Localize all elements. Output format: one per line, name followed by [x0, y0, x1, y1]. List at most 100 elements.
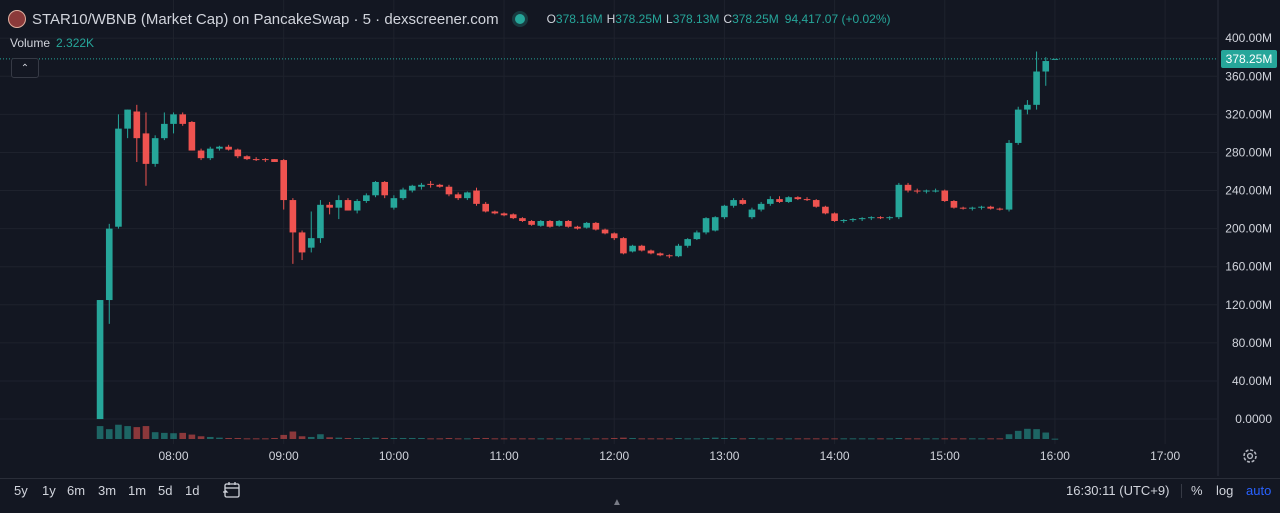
volume-bar — [711, 437, 719, 439]
candle-body — [1033, 71, 1040, 105]
volume-bar — [262, 438, 269, 440]
candle — [959, 206, 967, 210]
candle-body — [721, 205, 728, 218]
volume-bar — [610, 437, 618, 439]
volume-bar — [252, 438, 260, 440]
candle-body — [445, 186, 453, 195]
candle — [610, 232, 618, 241]
candle-body — [170, 114, 177, 124]
volume-bar — [436, 438, 444, 440]
candle-body — [482, 203, 489, 212]
candle — [482, 201, 489, 213]
volume-bar — [601, 438, 609, 440]
log-toggle[interactable]: log — [1216, 483, 1233, 498]
candle — [849, 218, 857, 222]
timeframe-6m[interactable]: 6m — [67, 483, 85, 498]
candle — [702, 217, 710, 235]
candle — [105, 223, 113, 324]
candle-body — [895, 184, 903, 218]
candle-body — [904, 184, 912, 191]
date-range-icon[interactable] — [222, 481, 242, 499]
collapse-legend-button[interactable]: ⌃ — [11, 58, 39, 78]
candle — [638, 244, 646, 252]
ohlc-close-value: 378.25M — [732, 12, 779, 26]
candle — [748, 207, 756, 220]
candle-body — [500, 213, 508, 216]
timeframe-1d[interactable]: 1d — [185, 483, 199, 498]
candle-body — [785, 197, 792, 202]
volume-bar — [225, 437, 232, 439]
volume-bar — [987, 438, 994, 440]
candle-body — [491, 211, 499, 214]
volume-bar — [702, 437, 710, 439]
candle-body — [105, 228, 113, 301]
volume-bar — [757, 438, 765, 440]
y-tick-label: 120.00M — [1225, 298, 1272, 312]
candle — [280, 159, 288, 210]
candle-body — [289, 200, 297, 233]
volume-bar — [1042, 432, 1050, 439]
volume-bar — [307, 436, 315, 439]
candle-body — [372, 181, 379, 196]
candle-body — [197, 150, 205, 159]
candle — [188, 121, 196, 151]
y-tick-label: 200.00M — [1225, 222, 1272, 236]
candle — [950, 200, 958, 209]
candle — [390, 195, 398, 210]
candle-body — [583, 222, 590, 228]
percent-toggle[interactable]: % — [1191, 483, 1203, 498]
candle — [170, 112, 177, 134]
candle-body — [179, 114, 187, 124]
candle — [408, 184, 416, 193]
volume-bar — [482, 437, 489, 439]
candle — [234, 148, 242, 159]
candle-body — [206, 148, 214, 159]
timeframe-5y[interactable]: 5y — [14, 483, 28, 498]
y-tick-label: 280.00M — [1225, 145, 1272, 159]
volume-bar — [895, 437, 903, 439]
volume-bar — [1051, 438, 1059, 440]
candle — [326, 201, 333, 215]
avatar — [8, 10, 26, 28]
candle-body — [161, 123, 168, 139]
volume-bar — [620, 437, 627, 439]
gear-icon[interactable] — [1241, 447, 1259, 465]
candle — [454, 192, 462, 201]
chart-area[interactable]: 400.00M 360.00M 320.00M 280.00M 240.00M 200.0… — [0, 0, 1280, 513]
timeframe-1m[interactable]: 1m — [128, 483, 146, 498]
candle-body — [317, 204, 324, 239]
volume-bar — [124, 426, 131, 439]
candle-body — [363, 195, 370, 202]
volume-bar — [197, 436, 205, 439]
auto-toggle[interactable]: auto — [1246, 483, 1271, 498]
candle — [1024, 100, 1031, 115]
volume-bar — [418, 437, 425, 439]
candle — [886, 216, 893, 221]
ohlc-high-key: H — [606, 12, 616, 26]
candle-body — [996, 208, 1004, 210]
candle — [344, 198, 352, 211]
candle-body — [243, 156, 251, 160]
x-axis: 08:00 09:00 10:00 11:00 12:00 13:00 14:00 15:00… — [159, 449, 1181, 463]
volume-bar — [326, 437, 333, 439]
volume-bar — [656, 438, 664, 440]
y-tick-label: 40.00M — [1232, 374, 1272, 388]
timeframe-5d[interactable]: 5d — [158, 483, 172, 498]
timeframe-3m[interactable]: 3m — [98, 483, 116, 498]
candle-body — [620, 238, 627, 254]
volume-layer — [96, 424, 1059, 440]
timeframe-1y[interactable]: 1y — [42, 483, 56, 498]
volume-bar — [794, 438, 802, 440]
candle-body — [693, 232, 701, 240]
volume-bar — [473, 437, 480, 439]
volume-bar — [381, 437, 389, 439]
candle — [666, 254, 673, 259]
scroll-up-icon[interactable]: ▲ — [612, 497, 622, 508]
candle-body — [812, 200, 820, 207]
volume-bar — [105, 429, 113, 439]
volume-bar — [509, 438, 517, 440]
candle — [298, 230, 306, 261]
volume-bar — [748, 437, 756, 439]
candle-body — [941, 190, 949, 202]
candle — [812, 199, 820, 208]
